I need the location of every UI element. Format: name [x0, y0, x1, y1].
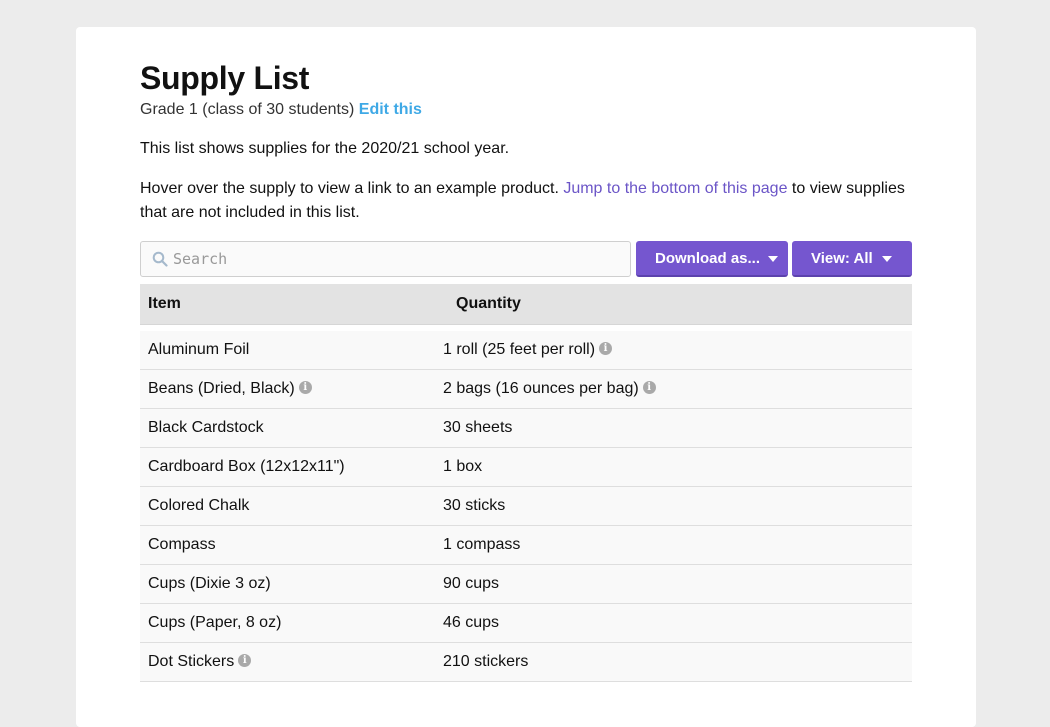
item-name: Aluminum Foil	[148, 341, 250, 358]
toolbar: Download as... View: All	[140, 241, 912, 277]
item-cell[interactable]: Black Cardstock	[148, 409, 264, 447]
content: Supply List Grade 1 (class of 30 student…	[140, 59, 912, 682]
table-header: Item Quantity	[140, 284, 912, 325]
item-cell[interactable]: Cardboard Box (12x12x11")	[148, 448, 345, 486]
intro-text: This list shows supplies for the 2020/21…	[140, 140, 510, 157]
table-body: Aluminum Foil 1 roll (25 feet per roll) i B…	[140, 331, 912, 682]
item-name: Cups (Dixie 3 oz)	[148, 575, 271, 592]
view-filter-label: View: All	[811, 250, 873, 267]
quantity-cell: 30 sticks	[443, 487, 505, 525]
quantity-value: 1 compass	[443, 536, 521, 553]
item-name: Cups (Paper, 8 oz)	[148, 614, 282, 631]
quantity-value: 2 bags (16 ounces per bag)	[443, 380, 639, 397]
hover-instructions: Hover over the supply to view a link to …	[140, 177, 912, 225]
table-row[interactable]: Beans (Dried, Black) i 2 bags (16 ounces p…	[140, 370, 912, 409]
info-icon[interactable]: i	[298, 381, 312, 395]
item-name: Cardboard Box (12x12x11")	[148, 458, 345, 475]
column-header-item[interactable]: Item	[148, 284, 181, 324]
quantity-cell: 46 cups	[443, 604, 499, 642]
quantity-cell: 210 stickers	[443, 643, 528, 681]
item-cell[interactable]: Cups (Paper, 8 oz)	[148, 604, 281, 642]
quantity-value: 210 stickers	[443, 653, 529, 670]
item-cell[interactable]: Cups (Dixie 3 oz)	[148, 565, 271, 603]
item-cell[interactable]: Dot Stickers i	[148, 643, 252, 681]
quantity-value: 46 cups	[443, 614, 500, 631]
info-icon[interactable]: i	[238, 654, 252, 668]
table-row[interactable]: Aluminum Foil 1 roll (25 feet per roll) i	[140, 331, 912, 370]
quantity-value: 90 cups	[443, 575, 500, 592]
item-cell[interactable]: Aluminum Foil	[148, 331, 249, 369]
item-name: Black Cardstock	[148, 419, 264, 436]
search-box[interactable]	[140, 241, 631, 277]
item-name: Dot Stickers	[148, 653, 235, 670]
jump-to-bottom-link[interactable]: Jump to the bottom of this page	[563, 180, 787, 197]
table-row[interactable]: Dot Stickers i 210 stickers	[140, 643, 912, 682]
table-row[interactable]: Black Cardstock 30 sheets	[140, 409, 912, 448]
download-as-label: Download as...	[655, 250, 761, 267]
caret-down-icon	[882, 256, 892, 262]
quantity-value: 1 box	[443, 458, 483, 475]
quantity-cell: 2 bags (16 ounces per bag) i	[443, 370, 656, 408]
item-name: Colored Chalk	[148, 497, 250, 514]
page-title: Supply List	[140, 60, 310, 96]
quantity-cell: 1 compass	[443, 526, 520, 564]
table-row[interactable]: Compass 1 compass	[140, 526, 912, 565]
quantity-value: 30 sticks	[443, 497, 506, 514]
hover-text-before: Hover over the supply to view a link to …	[140, 180, 564, 197]
item-cell[interactable]: Compass	[148, 526, 216, 564]
view-filter-button[interactable]: View: All	[792, 241, 912, 277]
page-subtitle: Grade 1 (class of 30 students) Edit this	[140, 100, 912, 120]
quantity-cell: 30 sheets	[443, 409, 512, 447]
quantity-value: 1 roll (25 feet per roll)	[443, 341, 596, 358]
info-icon[interactable]: i	[599, 342, 613, 356]
table-row[interactable]: Cups (Paper, 8 oz) 46 cups	[140, 604, 912, 643]
item-cell[interactable]: Beans (Dried, Black) i	[148, 370, 312, 408]
grade-label: Grade 1 (class of 30 students)	[140, 101, 355, 118]
main-card: Supply List Grade 1 (class of 30 student…	[76, 27, 976, 727]
table-row[interactable]: Cardboard Box (12x12x11") 1 box	[140, 448, 912, 487]
column-header-quantity[interactable]: Quantity	[456, 284, 521, 324]
table-row[interactable]: Cups (Dixie 3 oz) 90 cups	[140, 565, 912, 604]
edit-link[interactable]: Edit this	[359, 101, 422, 118]
table-row[interactable]: Colored Chalk 30 sticks	[140, 487, 912, 526]
quantity-cell: 1 roll (25 feet per roll) i	[443, 331, 613, 369]
search-icon	[152, 251, 168, 267]
item-name: Beans (Dried, Black)	[148, 380, 295, 397]
item-name: Compass	[148, 536, 216, 553]
supply-table: Item Quantity Aluminum Foil 1 roll (25 fe…	[140, 284, 912, 682]
quantity-value: 30 sheets	[443, 419, 513, 436]
search-input[interactable]	[173, 242, 623, 276]
info-icon[interactable]: i	[642, 381, 656, 395]
item-cell[interactable]: Colored Chalk	[148, 487, 249, 525]
quantity-cell: 1 box	[443, 448, 482, 486]
quantity-cell: 90 cups	[443, 565, 499, 603]
download-as-button[interactable]: Download as...	[636, 241, 788, 277]
caret-down-icon	[768, 256, 778, 262]
